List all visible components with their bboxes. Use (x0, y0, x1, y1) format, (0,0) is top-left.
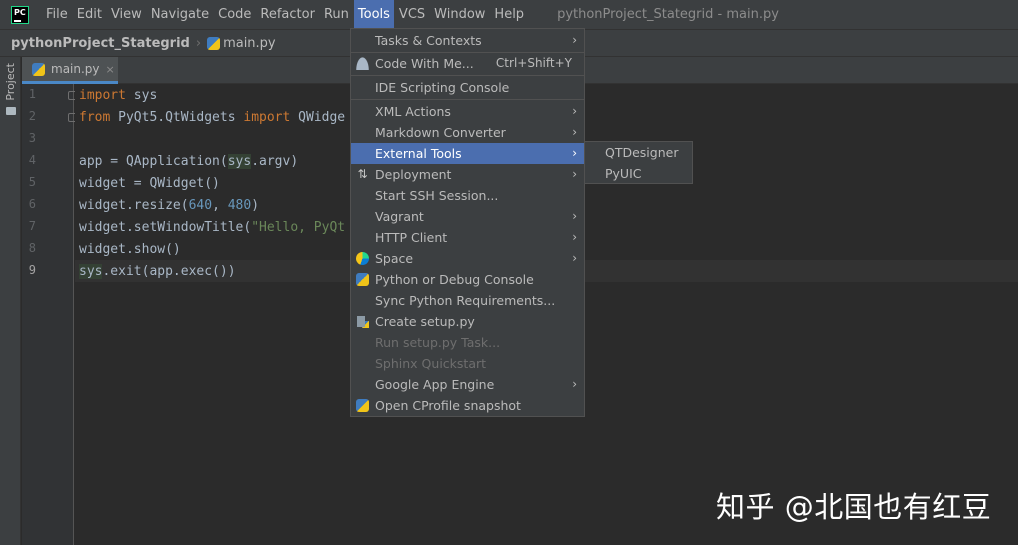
code-line-4: app = QApplication(sys.argv) (79, 154, 299, 169)
menu-item-http-client[interactable]: HTTP Client › (351, 227, 584, 248)
submenu-arrow-icon: › (572, 251, 577, 265)
menu-item-ide-scripting-console[interactable]: IDE Scripting Console (351, 77, 584, 98)
menu-window[interactable]: Window (430, 0, 489, 29)
menu-file[interactable]: File (42, 0, 72, 29)
editor-gutter: 1 2 3 4 5 6 7 8 9 (22, 84, 77, 545)
menu-navigate[interactable]: Navigate (147, 0, 213, 29)
menu-run[interactable]: Run (320, 0, 353, 29)
close-icon[interactable]: × (106, 63, 115, 76)
menu-item-vagrant[interactable]: Vagrant › (351, 206, 584, 227)
menu-item-sync-python-requirements[interactable]: Sync Python Requirements... (351, 290, 584, 311)
menu-item-run-setup-py-task: Run setup.py Task... (375, 335, 501, 350)
code-line-9: sys.exit(app.exec()) (79, 264, 236, 279)
python-console-icon (356, 273, 369, 286)
line-number: 3 (28, 131, 36, 145)
menu-item-external-tools[interactable]: External Tools › (351, 143, 584, 164)
code-line-1: import sys (79, 88, 158, 103)
deployment-icon: ⇅ (357, 167, 368, 181)
submenu-arrow-icon: › (572, 33, 577, 47)
line-number: 4 (28, 153, 36, 167)
menu-view[interactable]: View (107, 0, 146, 29)
submenu-arrow-icon: › (572, 125, 577, 139)
space-icon (356, 252, 369, 265)
menu-item-google-app-engine[interactable]: Google App Engine › (351, 374, 584, 395)
menu-item-deployment[interactable]: ⇅ Deployment › (351, 164, 584, 185)
menu-item-start-ssh-session[interactable]: Start SSH Session... (351, 185, 584, 206)
external-tools-submenu: QTDesigner PyUIC (584, 141, 693, 184)
watermark: 知乎 @北国也有红豆 (716, 490, 992, 524)
line-number: 2 (28, 109, 36, 123)
code-line-8: widget.show() (79, 242, 181, 257)
submenu-item-pyuic[interactable]: PyUIC (585, 163, 692, 184)
menu-item-code-with-me[interactable]: Code With Me... Ctrl+Shift+Y (351, 53, 584, 74)
breadcrumb-file-label: main.py (223, 35, 276, 51)
line-number: 1 (28, 87, 36, 101)
code-line-6: widget.resize(640, 480) (79, 198, 260, 213)
menu-item-python-debug-console[interactable]: Python or Debug Console (351, 269, 584, 290)
line-number: 5 (28, 175, 36, 189)
menu-edit[interactable]: Edit (73, 0, 106, 29)
submenu-arrow-icon: › (572, 230, 577, 244)
menu-tools[interactable]: Tools (353, 0, 394, 29)
menu-item-create-setup-py[interactable]: Create setup.py (351, 311, 584, 332)
menu-item-space[interactable]: Space › (351, 248, 584, 269)
left-tool-strip: Project (0, 57, 21, 545)
submenu-item-qtdesigner[interactable]: QTDesigner (585, 142, 692, 163)
python-file-icon (207, 36, 221, 50)
shortcut-label: Ctrl+Shift+Y (495, 56, 572, 70)
tab-main-py[interactable]: main.py × (22, 57, 118, 84)
menu-help[interactable]: Help (490, 0, 528, 29)
menu-item-sphinx-quickstart: Sphinx Quickstart (375, 356, 487, 371)
line-number-current: 9 (28, 263, 36, 277)
menu-refactor[interactable]: Refactor (256, 0, 319, 29)
code-line-5: widget = QWidget() (79, 176, 220, 191)
submenu-arrow-icon: › (572, 377, 577, 391)
menu-item-markdown-converter[interactable]: Markdown Converter › (351, 122, 584, 143)
setup-py-icon (356, 315, 369, 328)
cprofile-icon (356, 399, 369, 412)
tab-label: main.py (51, 62, 100, 76)
code-line-7: widget.setWindowTitle("Hello, PyQt (79, 220, 346, 235)
python-file-icon (32, 62, 45, 76)
menu-separator (351, 75, 584, 76)
submenu-arrow-icon: › (572, 209, 577, 223)
breadcrumb-separator-icon: › (195, 35, 202, 51)
breadcrumb-file[interactable]: main.py (207, 36, 276, 51)
user-icon (356, 57, 369, 70)
menu-code[interactable]: Code (214, 0, 255, 29)
breadcrumb-project[interactable]: pythonProject_Stategrid (11, 36, 190, 51)
project-tab-label: Project (4, 63, 17, 101)
menu-item-tasks-contexts[interactable]: Tasks & Contexts › (351, 30, 584, 51)
tools-menu-dropdown: Tasks & Contexts › Code With Me... Ctrl+Sh… (350, 28, 585, 417)
submenu-arrow-icon: › (572, 146, 577, 160)
submenu-arrow-icon: › (572, 104, 577, 118)
line-number: 6 (28, 197, 36, 211)
line-number: 8 (28, 241, 36, 255)
folder-icon (5, 106, 16, 115)
window-title: pythonProject_Stategrid - main.py (557, 7, 779, 22)
submenu-arrow-icon: › (572, 167, 577, 181)
menu-separator (351, 99, 584, 100)
project-tool-window-tab[interactable]: Project (2, 63, 19, 123)
pycharm-logo-icon: PC (11, 5, 29, 24)
menu-item-xml-actions[interactable]: XML Actions › (351, 101, 584, 122)
menu-vcs[interactable]: VCS (395, 0, 429, 29)
code-line-2: from PyQt5.QtWidgets import QWidge (79, 110, 346, 125)
menu-item-open-cprofile-snapshot[interactable]: Open CProfile snapshot (351, 395, 584, 416)
menu-bar: PC File Edit View Navigate Code Refactor… (0, 0, 1018, 29)
line-number: 7 (28, 219, 36, 233)
